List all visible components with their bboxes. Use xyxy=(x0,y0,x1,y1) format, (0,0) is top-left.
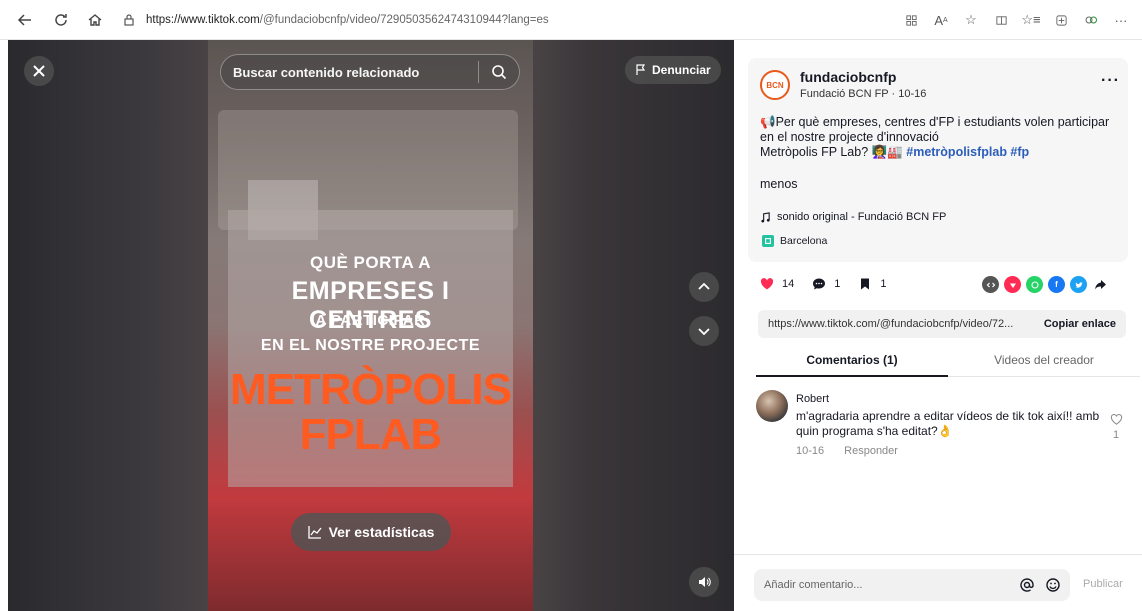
comment-like-button[interactable]: 1 xyxy=(1108,413,1124,441)
read-aloud-icon[interactable]: AA xyxy=(926,8,956,32)
volume-icon xyxy=(699,577,711,587)
previous-video-button[interactable] xyxy=(689,272,719,302)
back-icon[interactable] xyxy=(12,7,38,33)
mention-icon[interactable] xyxy=(1014,572,1040,598)
creator-nickname-date: Fundació BCN FP · 10-16 xyxy=(800,88,927,100)
related-search-input[interactable] xyxy=(221,55,478,89)
send-to-friends-icon[interactable] xyxy=(1004,276,1021,293)
close-button[interactable] xyxy=(24,56,54,86)
next-video-button[interactable] xyxy=(689,316,719,346)
lock-icon xyxy=(124,14,134,26)
browser-tools: AA ☆ ☆≡ ··· xyxy=(896,8,1136,32)
comment-count: 1 xyxy=(834,278,841,290)
url-host: https://www.tiktok.com xyxy=(146,14,260,26)
description-line-2: Metròpolis FP Lab? 👩‍🏫🏭 xyxy=(760,145,903,159)
location-tag[interactable]: Barcelona xyxy=(762,233,831,249)
twitter-icon[interactable] xyxy=(1070,276,1087,293)
share-arrow-icon[interactable] xyxy=(1092,276,1109,293)
music-label: sonido original - Fundació BCN FP xyxy=(777,211,947,223)
collections-icon[interactable] xyxy=(1046,8,1076,32)
show-less-link[interactable]: menos xyxy=(760,177,798,191)
creator-avatar[interactable]: BCN xyxy=(760,70,790,100)
like-button[interactable]: 14 xyxy=(760,277,794,291)
whatsapp-icon[interactable] xyxy=(1026,276,1043,293)
report-button[interactable]: Denunciar xyxy=(625,56,721,84)
comment-input[interactable] xyxy=(754,569,1014,601)
save-button[interactable]: 1 xyxy=(858,277,887,291)
more-menu-icon[interactable]: ··· xyxy=(1106,8,1136,32)
location-label: Barcelona xyxy=(780,235,828,247)
engagement-row: 14 1 1 xyxy=(760,277,905,291)
save-count: 1 xyxy=(880,278,887,290)
panel-tabs: Comentarios (1) Videos del creador xyxy=(756,343,1140,377)
comment-text: m'agradaria aprendre a editar vídeos de … xyxy=(796,409,1100,438)
overlay-line-4: EN EL NOSTRE PROJECTE xyxy=(260,337,481,354)
home-icon[interactable] xyxy=(82,7,108,33)
video-player[interactable]: QUÈ PORTA A EMPRESES I CENTRES A PARTICI… xyxy=(8,40,734,611)
hashtags[interactable]: #metròpolisfplab #fp xyxy=(906,145,1029,159)
overlay-line-3: A PARTICIPAR xyxy=(315,312,426,329)
description-line-1: 📢Per què empreses, centres d'FP i estudi… xyxy=(760,115,1110,144)
url-path: /@fundaciobcnfp/video/729050356247431094… xyxy=(259,14,549,26)
comment-button[interactable]: 1 xyxy=(812,277,840,291)
post-info-card: BCN fundaciobcnfp Fundació BCN FP · 10-1… xyxy=(748,58,1128,262)
comment-date: 10-16 xyxy=(796,445,825,457)
music-link[interactable]: sonido original - Fundació BCN FP xyxy=(760,211,946,223)
flag-icon xyxy=(636,64,646,75)
reply-link[interactable]: Responder xyxy=(844,445,898,457)
refresh-icon[interactable] xyxy=(48,7,74,33)
facebook-icon[interactable]: f xyxy=(1048,276,1065,293)
search-icon xyxy=(492,65,507,80)
comment-input-wrap xyxy=(754,569,1070,601)
post-description: 📢Per què empreses, centres d'FP i estudi… xyxy=(760,115,1116,160)
comment-composer: Publicar xyxy=(734,554,1142,611)
video-text-overlay: QUÈ PORTA A EMPRESES I CENTRES A PARTICI… xyxy=(228,210,513,487)
share-link-box: https://www.tiktok.com/@fundaciobcnfp/vi… xyxy=(758,310,1126,338)
comments-list: Robert m'agradaria aprendre a editar víd… xyxy=(734,378,1142,553)
video-details-panel: BCN fundaciobcnfp Fundació BCN FP · 10-1… xyxy=(734,40,1142,611)
view-stats-button[interactable]: Ver estadísticas xyxy=(291,513,451,551)
embed-icon[interactable] xyxy=(982,276,999,293)
comment-meta: 10-16 Responder xyxy=(796,445,898,457)
favorites-list-icon[interactable]: ☆≡ xyxy=(1016,8,1046,32)
volume-button[interactable] xyxy=(689,567,719,597)
report-label: Denunciar xyxy=(652,63,711,77)
favorite-star-icon[interactable]: ☆ xyxy=(956,8,986,32)
chevron-up-icon xyxy=(698,282,710,290)
apps-icon[interactable] xyxy=(896,8,926,32)
tab-comments[interactable]: Comentarios (1) xyxy=(756,343,948,377)
overlay-line-6: FPLAB xyxy=(299,410,443,459)
chevron-down-icon xyxy=(698,328,710,336)
line-chart-icon xyxy=(307,526,322,539)
related-search-box[interactable] xyxy=(220,54,520,90)
like-count: 14 xyxy=(782,278,795,290)
split-screen-icon[interactable] xyxy=(986,8,1016,32)
emoji-icon[interactable] xyxy=(1040,572,1066,598)
browser-toolbar: https://www.tiktok.com/@fundaciobcnfp/vi… xyxy=(0,0,1142,40)
tab-creator-videos[interactable]: Videos del creador xyxy=(948,343,1140,376)
close-icon xyxy=(33,65,45,77)
overlay-line-1: QUÈ PORTA A xyxy=(309,253,432,272)
creator-username[interactable]: fundaciobcnfp xyxy=(800,69,896,85)
post-comment-button[interactable]: Publicar xyxy=(1083,578,1123,590)
location-pin-icon xyxy=(762,235,774,247)
share-link-text[interactable]: https://www.tiktok.com/@fundaciobcnfp/vi… xyxy=(768,318,1033,330)
commenter-avatar[interactable] xyxy=(756,390,788,422)
extensions-icon[interactable] xyxy=(1076,8,1106,32)
address-bar[interactable]: https://www.tiktok.com/@fundaciobcnfp/vi… xyxy=(122,8,549,32)
heart-icon xyxy=(760,278,774,290)
commenter-name[interactable]: Robert xyxy=(796,393,829,405)
search-button[interactable] xyxy=(479,55,519,89)
copy-link-button[interactable]: Copiar enlace xyxy=(1044,318,1116,330)
music-note-icon xyxy=(761,211,770,223)
bookmark-icon xyxy=(861,278,870,290)
comment-like-count: 1 xyxy=(1112,429,1120,441)
view-stats-label: Ver estadísticas xyxy=(328,524,435,540)
more-options-icon[interactable]: ··· xyxy=(1101,72,1120,90)
heart-outline-icon xyxy=(1110,414,1122,425)
share-buttons: f xyxy=(982,276,1109,293)
overlay-line-5: METRÒPOLIS xyxy=(230,365,512,414)
comment-bubble-icon xyxy=(813,278,826,290)
avatar-text: BCN xyxy=(766,80,784,90)
